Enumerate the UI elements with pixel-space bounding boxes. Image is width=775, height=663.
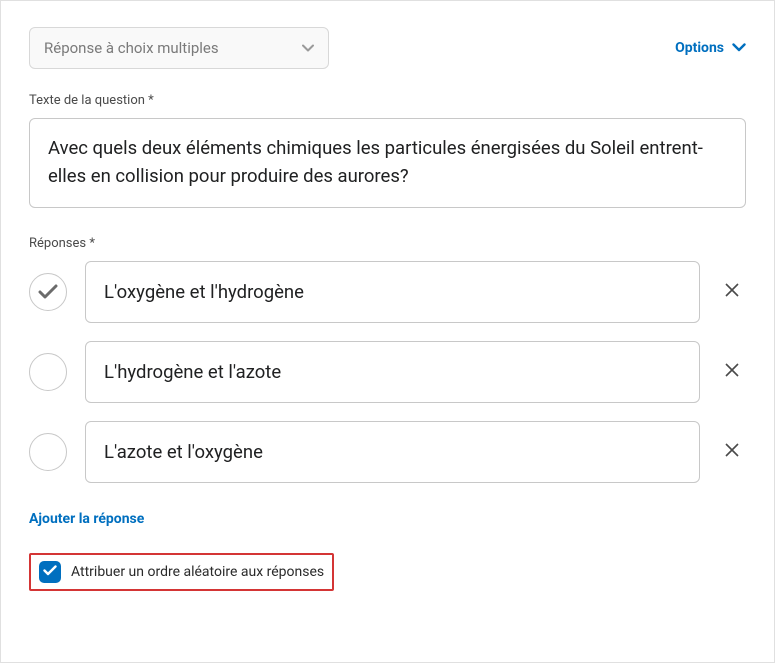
- close-icon: [725, 283, 739, 301]
- randomize-checkbox-label[interactable]: Attribuer un ordre aléatoire aux réponse…: [71, 564, 324, 580]
- delete-answer-button[interactable]: [718, 278, 746, 306]
- close-icon: [725, 443, 739, 461]
- randomize-answers-row: Attribuer un ordre aléatoire aux réponse…: [29, 553, 334, 591]
- delete-answer-button[interactable]: [718, 438, 746, 466]
- add-answer-link[interactable]: Ajouter la réponse: [29, 511, 144, 527]
- answer-text-input[interactable]: [85, 421, 700, 483]
- question-editor-panel: Réponse à choix multiples Options Texte …: [0, 0, 775, 663]
- answer-correct-radio[interactable]: [29, 273, 67, 311]
- answer-row: [29, 261, 746, 323]
- close-icon: [725, 363, 739, 381]
- answer-row: [29, 341, 746, 403]
- answer-correct-radio[interactable]: [29, 353, 67, 391]
- check-icon: [43, 564, 57, 580]
- answer-correct-radio[interactable]: [29, 433, 67, 471]
- answer-text-input[interactable]: [85, 261, 700, 323]
- question-type-dropdown[interactable]: Réponse à choix multiples: [29, 27, 329, 69]
- check-icon: [38, 284, 58, 300]
- answers-label: Réponses *: [29, 236, 746, 251]
- randomize-checkbox[interactable]: [39, 561, 61, 583]
- question-type-selected: Réponse à choix multiples: [44, 39, 219, 57]
- question-text-label: Texte de la question *: [29, 93, 746, 108]
- top-bar: Réponse à choix multiples Options: [29, 27, 746, 69]
- options-link-label: Options: [675, 40, 724, 56]
- answers-section: Réponses *: [29, 236, 746, 591]
- chevron-down-icon: [732, 40, 746, 56]
- options-link[interactable]: Options: [675, 40, 746, 56]
- answer-row: [29, 421, 746, 483]
- answer-text-input[interactable]: [85, 341, 700, 403]
- delete-answer-button[interactable]: [718, 358, 746, 386]
- chevron-down-icon: [302, 42, 314, 54]
- question-text-input[interactable]: [29, 118, 746, 208]
